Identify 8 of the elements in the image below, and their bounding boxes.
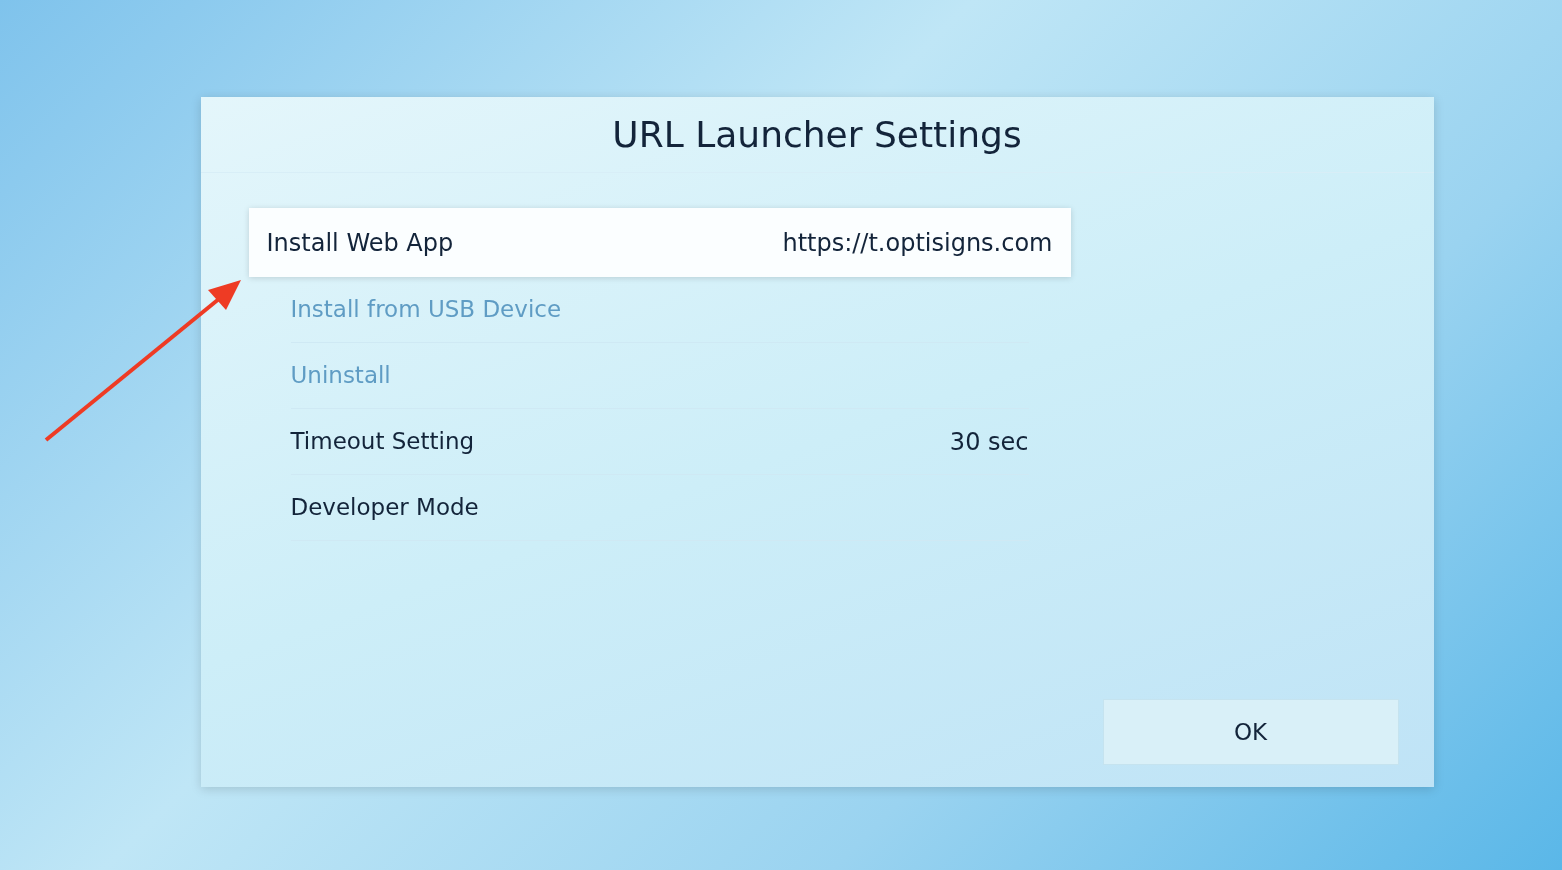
setting-value: https://t.optisigns.com bbox=[782, 227, 1053, 259]
arrow-icon bbox=[42, 278, 244, 444]
settings-item[interactable]: Timeout Setting 30 sec bbox=[290, 409, 1029, 475]
settings-item[interactable]: Install Web App https://t.optisigns.com bbox=[248, 208, 1071, 277]
settings-item[interactable]: Developer Mode bbox=[290, 475, 1029, 541]
dialog-title: URL Launcher Settings bbox=[612, 112, 1022, 157]
setting-value: 30 sec bbox=[949, 426, 1029, 458]
ok-button[interactable]: OK bbox=[1102, 699, 1399, 765]
